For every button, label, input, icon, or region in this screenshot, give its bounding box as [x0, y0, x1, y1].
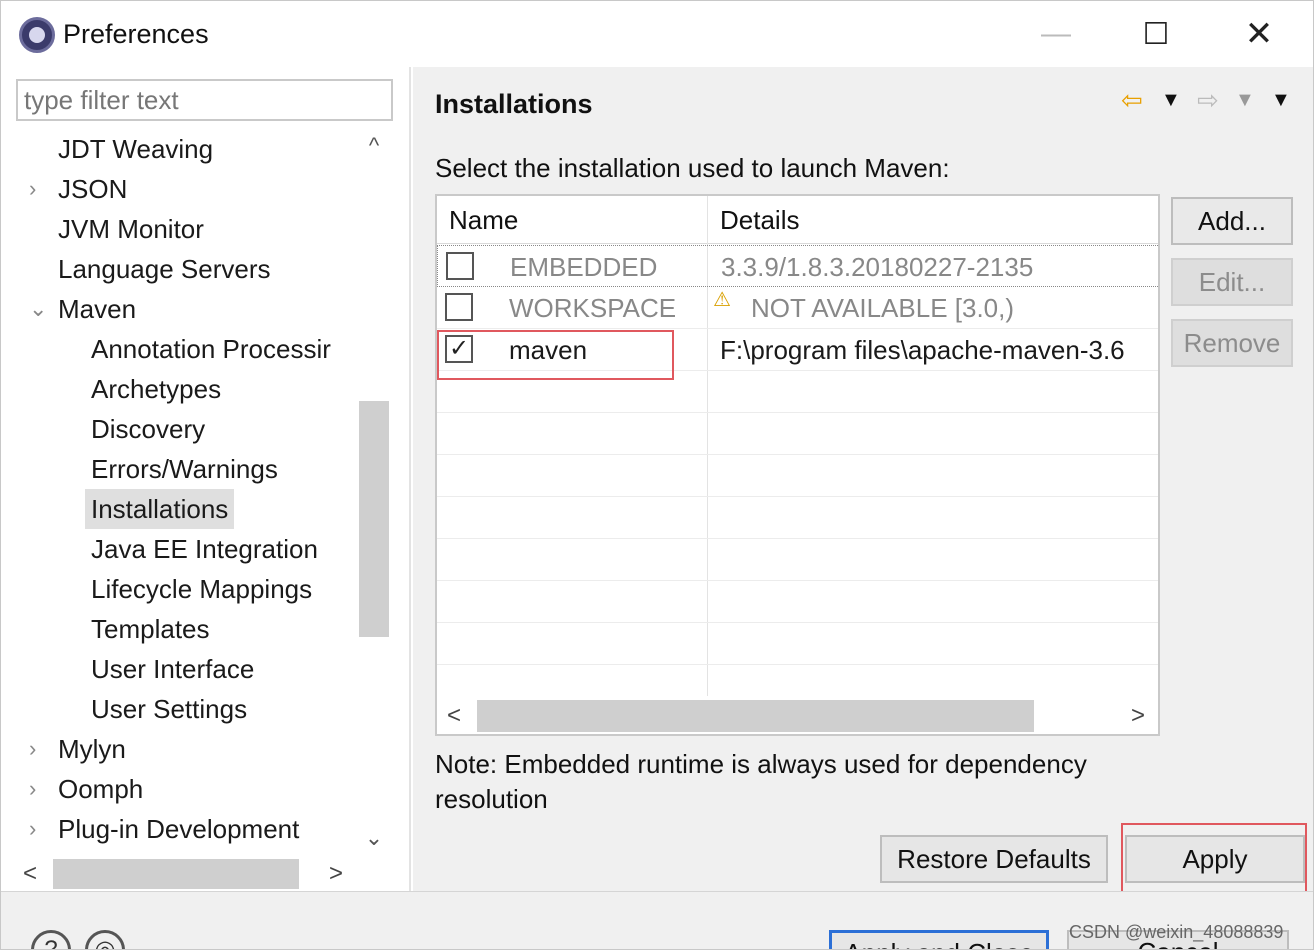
tree-item[interactable]: JVM Monitor [58, 209, 204, 249]
tree-item[interactable]: Errors/Warnings [91, 449, 278, 489]
tree-item[interactable]: Java EE Integration [91, 529, 318, 569]
edit-button[interactable]: Edit... [1171, 258, 1293, 306]
page-description: Select the installation used to launch M… [435, 153, 950, 183]
apply-and-close-button[interactable]: Apply and Close [829, 930, 1049, 949]
collapsed-chevron-icon[interactable]: › [29, 809, 36, 849]
add-button[interactable]: Add... [1171, 197, 1293, 245]
tree-item[interactable]: User Interface [91, 649, 254, 689]
column-header-name[interactable]: Name [449, 196, 518, 244]
row-details: 3.3.9/1.8.3.20180227-2135 [721, 252, 1034, 282]
tree-item[interactable]: User Settings [91, 689, 247, 729]
page-title: Installations [435, 89, 593, 119]
expanded-chevron-icon[interactable]: ⌄ [29, 289, 47, 329]
minimize-button[interactable]: — [1026, 11, 1086, 57]
tree-item[interactable]: Annotation Processir [91, 329, 331, 369]
tree-item[interactable]: Maven [58, 289, 136, 329]
collapsed-chevron-icon[interactable]: › [29, 729, 36, 769]
forward-arrow-icon[interactable]: ⇨ [1197, 85, 1219, 116]
scroll-left-icon[interactable]: < [447, 696, 461, 734]
empty-table-row [437, 581, 1158, 623]
tree-scroll-thumb[interactable] [359, 401, 389, 637]
help-icon[interactable]: ? [31, 930, 71, 949]
preferences-window: Preferences — ☐ ✕ JDT Weaving › JSONJVM Mo… [0, 0, 1314, 950]
dialog-footer: ? ◎ Apply and Close Cancel CSDN @weixin_… [1, 891, 1313, 949]
maven-row-highlight [437, 330, 674, 380]
collapsed-chevron-icon[interactable]: › [29, 169, 36, 209]
remove-button[interactable]: Remove [1171, 319, 1293, 367]
tree-item[interactable]: Templates [91, 609, 210, 649]
tree-item[interactable]: Lifecycle Mappings [91, 569, 312, 609]
tree-item[interactable]: JDT Weaving [58, 129, 213, 169]
installations-table: Name Details EMBEDDED 3.3.9/1.8.3.2018022… [435, 194, 1160, 736]
back-arrow-icon[interactable]: ⇦ [1121, 85, 1143, 116]
table-header: Name Details [437, 196, 1158, 244]
tree-item[interactable]: Installations [85, 489, 235, 529]
scroll-left-icon[interactable]: < [23, 857, 37, 891]
tree-item[interactable]: Plug-in Development [58, 809, 299, 849]
row-details: F:\program files\apache-maven-3.6 [720, 335, 1125, 365]
tree-item[interactable]: Language Servers [58, 249, 270, 289]
row-checkbox[interactable] [445, 293, 473, 321]
scroll-up-icon[interactable]: ^ [357, 133, 391, 159]
empty-table-row [437, 455, 1158, 497]
row-checkbox[interactable] [446, 252, 474, 280]
filter-input[interactable] [16, 79, 393, 121]
row-name: EMBEDDED [510, 252, 658, 282]
row-name: WORKSPACE [509, 293, 677, 323]
table-row[interactable]: EMBEDDED 3.3.9/1.8.3.20180227-2135 [437, 245, 1158, 287]
tree-item[interactable]: Discovery [91, 409, 205, 449]
row-details: NOT AVAILABLE [3.0,) [751, 293, 1015, 323]
installations-page: Installations ⇦ ▼ ⇨ ▼ ▼ Select the insta… [413, 67, 1313, 891]
restore-defaults-button[interactable]: Restore Defaults [880, 835, 1108, 883]
table-horizontal-scrollbar[interactable]: < > [437, 696, 1158, 734]
table-row[interactable]: WORKSPACE ⚠ NOT AVAILABLE [3.0,) [437, 287, 1158, 329]
empty-table-row [437, 539, 1158, 581]
window-title: Preferences [63, 19, 209, 49]
eclipse-app-icon [19, 17, 55, 53]
tree-item[interactable]: Oomph [58, 769, 143, 809]
table-hscroll-thumb[interactable] [477, 700, 1034, 732]
collapsed-chevron-icon[interactable]: › [29, 769, 36, 809]
maximize-button[interactable]: ☐ [1126, 11, 1186, 57]
tree-item[interactable]: JSON [58, 169, 127, 209]
empty-table-row [437, 623, 1158, 665]
scroll-down-icon[interactable]: ⌄ [357, 825, 391, 851]
view-menu-icon[interactable]: ▼ [1271, 89, 1291, 112]
close-button[interactable]: ✕ [1229, 11, 1289, 57]
scroll-right-icon[interactable]: > [1131, 696, 1145, 734]
forward-dropdown-icon[interactable]: ▼ [1235, 89, 1255, 112]
title-bar: Preferences — ☐ ✕ [1, 1, 1313, 67]
preference-tree: JDT Weaving › JSON JVM Monitor Language Serv… [1, 129, 357, 863]
tree-item[interactable]: Archetypes [91, 369, 221, 409]
tree-horizontal-scrollbar[interactable]: < > [11, 857, 361, 891]
warning-icon: ⚠ [713, 289, 731, 311]
import-export-icon[interactable]: ◎ [85, 930, 125, 949]
csdn-watermark: CSDN @weixin_48088839 [1069, 922, 1284, 942]
tree-vertical-scrollbar[interactable]: ^ ⌄ [357, 129, 391, 863]
tree-hscroll-thumb[interactable] [53, 859, 299, 889]
column-header-details[interactable]: Details [720, 196, 799, 244]
empty-table-row [437, 413, 1158, 455]
tree-item[interactable]: Mylyn [58, 729, 126, 769]
back-dropdown-icon[interactable]: ▼ [1161, 89, 1181, 112]
embedded-runtime-note: Note: Embedded runtime is always used fo… [435, 749, 1087, 814]
empty-table-row [437, 497, 1158, 539]
preference-tree-pane: JDT Weaving › JSONJVM MonitorLanguage Serv… [1, 67, 411, 891]
scroll-right-icon[interactable]: > [329, 857, 343, 891]
